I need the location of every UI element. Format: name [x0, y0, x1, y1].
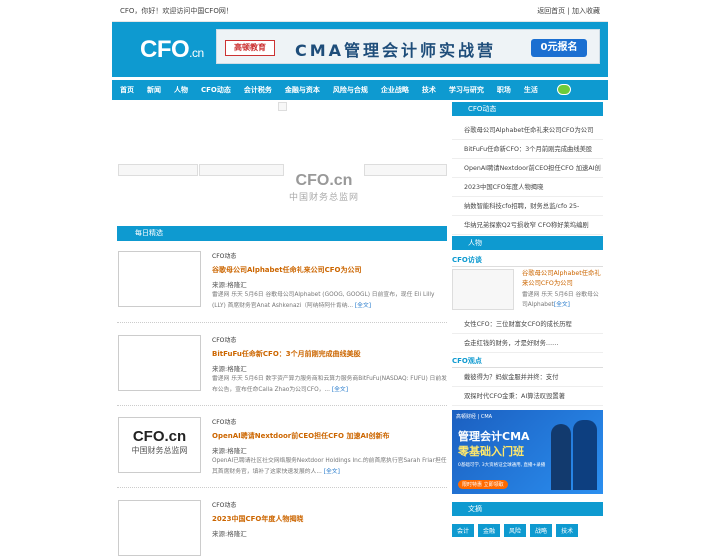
sidebar-news-item[interactable]: BitFuFu任命新CFO：3个月前刚完成曲线美股: [452, 140, 603, 159]
home-favorite-links[interactable]: 返回首页 | 加入收藏: [537, 0, 600, 22]
site-header: CFO.cn 高顿教育 CMA管理会计师实战营 0元报名: [112, 22, 608, 77]
ad-headline: 管理会计CMA: [458, 430, 530, 443]
interview-subtitle[interactable]: CFO访谈: [452, 255, 603, 267]
sidebar-news-item[interactable]: 纳数智能科技cfo招聘，财务总监/cfo 25-: [452, 197, 603, 216]
article-thumb[interactable]: CFO.cn 中国财务总监网: [118, 417, 201, 473]
ad-note: 0基础可学, 3大资格证全球通用, 直播+录播: [458, 463, 546, 468]
slide-thumb[interactable]: [199, 164, 284, 176]
article-title[interactable]: OpenAI聘请Nextdoor前CEO担任CFO 加速AI创新布: [212, 431, 389, 441]
interview-feature-title[interactable]: 谷歌母公司Alphabet任命礼来公司CFO为公司: [522, 269, 603, 289]
interview-item[interactable]: 会走红钱的财务，才是好财务……: [452, 334, 603, 353]
article-summary: OpenAI已聘请社区社交网络服务Nextdoor Holdings Inc.的…: [212, 458, 447, 475]
site-logo[interactable]: CFO.cn: [140, 36, 204, 64]
nav-item[interactable]: 首页: [120, 85, 134, 95]
nav-item[interactable]: 新闻: [147, 85, 161, 95]
interview-feature-summary: 雷递网 乐天 5月6日 谷歌母公司Alphabet[全文]: [522, 292, 599, 308]
nav-item[interactable]: 人物: [174, 85, 188, 95]
read-more-link[interactable]: [全文]: [554, 302, 570, 308]
ad-claim-button[interactable]: 限时特惠 立即领取: [458, 480, 508, 489]
nav-item[interactable]: 生活: [524, 85, 538, 95]
library-tag[interactable]: 金融: [478, 524, 501, 537]
ad-brand: 高顿财经 | CMA: [456, 414, 493, 420]
sidebar-people: 人物 CFO访谈 谷歌母公司Alphabet任命礼来公司CFO为公司 雷递网 乐…: [452, 236, 603, 425]
sidebar-section-title: 人物: [452, 236, 603, 250]
welcome-text: CFO，你好！欢迎访问中国CFO网！: [120, 7, 233, 15]
article-source: 来源:格隆汇: [212, 365, 247, 373]
article-source: 来源:格隆汇: [212, 530, 247, 538]
article-category[interactable]: CFO动态: [212, 500, 236, 509]
sidebar-news-item[interactable]: 华纳兄弟探索Q2亏损收窄 CFO称好莱坞编剧: [452, 216, 603, 235]
article-thumb[interactable]: [118, 335, 201, 391]
read-more-link[interactable]: [全文]: [324, 469, 340, 475]
banner-brand-logo: 高顿教育: [225, 40, 275, 56]
broken-image-icon: [278, 102, 287, 111]
ad-headline-2: 零基础入门班: [458, 445, 524, 458]
article-title[interactable]: 2023中国CFO年度人物揭晓: [212, 514, 303, 524]
sidebar-news-item[interactable]: 谷歌母公司Alphabet任命礼来公司CFO为公司: [452, 121, 603, 140]
nav-item[interactable]: 职场: [497, 85, 511, 95]
nav-item[interactable]: 会计税务: [244, 85, 272, 95]
sidebar-news-item[interactable]: 2023中国CFO年度人物揭晓: [452, 178, 603, 197]
article-source: 来源:格隆汇: [212, 281, 247, 289]
sidebar-section-title: CFO动态: [452, 102, 603, 116]
library-tag[interactable]: 技术: [556, 524, 579, 537]
sidebar-section-title: 文摘: [452, 502, 603, 516]
slide-thumb[interactable]: [118, 164, 198, 176]
top-bar: CFO，你好！欢迎访问中国CFO网！ 返回首页 | 加入收藏: [112, 0, 608, 22]
nav-item[interactable]: 企业战略: [381, 85, 409, 95]
article-summary: 雷递网 乐天 5月6日 数字资产算力服务商和云算力服务商BitFuFu(NASD…: [212, 376, 447, 393]
divider: [117, 405, 447, 406]
article-thumb[interactable]: [118, 251, 201, 307]
nav-item[interactable]: 金融与资本: [285, 85, 320, 95]
library-tag[interactable]: 战略: [530, 524, 553, 537]
view-item[interactable]: 双探时代CFO金秉：AI算法叹毁置著: [452, 387, 603, 406]
sidebar-cfo-dynamic: CFO动态 谷歌母公司Alphabet任命礼来公司CFO为公司 BitFuFu任命…: [452, 102, 603, 235]
article-source: 来源:格隆汇: [212, 447, 247, 455]
nav-item[interactable]: 技术: [422, 85, 436, 95]
sidebar-news-item[interactable]: OpenAI聘请Nextdoor前CEO担任CFO 加速AI创: [452, 159, 603, 178]
sidebar-library: 文摘 会计 金融 风险 战略 技术: [452, 502, 603, 537]
nav-item[interactable]: CFO动态: [201, 85, 231, 95]
main-nav: 首页 新闻 人物 CFO动态 会计税务 金融与资本 风险与合规 企业战略 技术 学习与研究 职场 生活: [112, 80, 608, 100]
library-tag[interactable]: 会计: [452, 524, 475, 537]
divider: [117, 487, 447, 488]
article-category[interactable]: CFO动态: [212, 335, 236, 344]
article-thumb[interactable]: [118, 500, 201, 556]
wechat-icon[interactable]: [557, 84, 571, 95]
article-title[interactable]: BitFuFu任命新CFO：3个月前刚完成曲线美股: [212, 349, 361, 359]
cfo-watermark-logo: CFO.cn 中国财务总监网: [288, 172, 359, 203]
divider: [117, 322, 447, 323]
ad-person-image: [573, 420, 597, 490]
slide-thumb[interactable]: [364, 164, 447, 176]
cma-course-ad[interactable]: 高顿财经 | CMA 管理会计CMA 零基础入门班 0基础可学, 3大资格证全球…: [452, 410, 603, 494]
view-item[interactable]: 戴彼得为？蚂蚁金服并并终：支付: [452, 368, 603, 387]
daily-section-title: 每日精选: [117, 226, 447, 241]
views-subtitle[interactable]: CFO观点: [452, 356, 603, 368]
article-category[interactable]: CFO动态: [212, 417, 236, 426]
article-summary: 雷递网 乐天 5月6日 谷歌母公司Alphabet (GOOG, GOOGL) …: [212, 292, 435, 309]
nav-item[interactable]: 学习与研究: [449, 85, 484, 95]
ad-person-image: [551, 424, 571, 490]
read-more-link[interactable]: [全文]: [332, 387, 348, 393]
banner-slogan: CMA管理会计师实战营: [295, 41, 497, 60]
interview-item[interactable]: 女性CFO：三位财富女CFO的成长历程: [452, 315, 603, 334]
read-more-link[interactable]: [全文]: [355, 303, 371, 309]
banner-signup-button[interactable]: 0元报名: [531, 39, 587, 57]
article-category[interactable]: CFO动态: [212, 251, 236, 260]
cma-banner-ad[interactable]: 高顿教育 CMA管理会计师实战营 0元报名: [216, 29, 600, 64]
nav-item[interactable]: 风险与合规: [333, 85, 368, 95]
article-title[interactable]: 谷歌母公司Alphabet任命礼来公司CFO为公司: [212, 265, 362, 275]
library-tag[interactable]: 风险: [504, 524, 527, 537]
interview-thumb[interactable]: [452, 269, 514, 310]
